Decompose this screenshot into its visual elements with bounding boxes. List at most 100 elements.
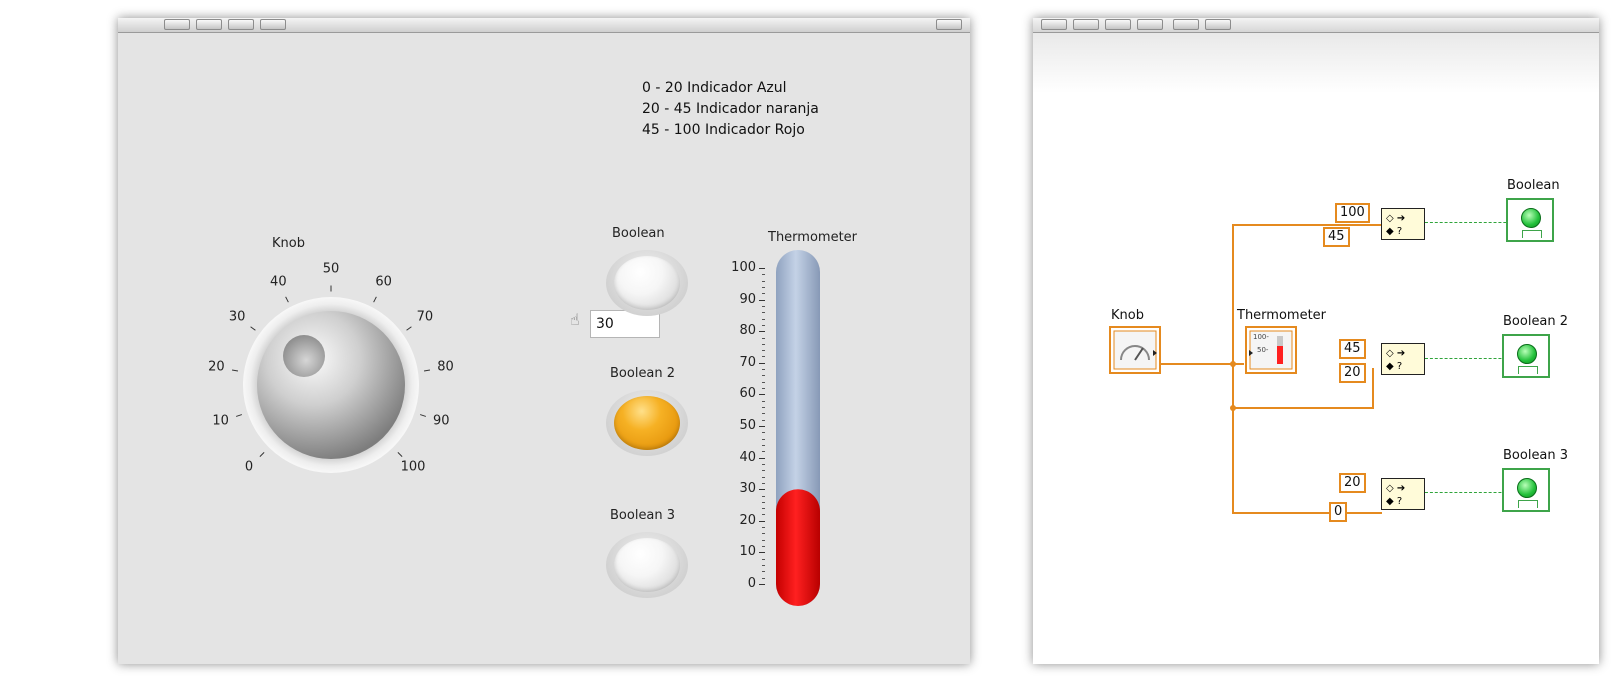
const-lower-3[interactable]: 0 bbox=[1329, 502, 1348, 522]
svg-text:◇ ➔: ◇ ➔ bbox=[1386, 213, 1405, 224]
bd-pause-button[interactable] bbox=[1137, 19, 1163, 30]
wire-to-cmp2 bbox=[1232, 407, 1374, 409]
const-upper-2[interactable]: 45 bbox=[1339, 339, 1366, 359]
front-panel-window: 0 - 20 Indicador Azul 20 - 45 Indicador … bbox=[118, 18, 970, 664]
knob-scale-label: 90 bbox=[433, 413, 450, 429]
boolean-2-led[interactable] bbox=[606, 390, 688, 456]
thermometer-major-tick bbox=[759, 268, 765, 269]
thermometer-minor-tick bbox=[762, 476, 765, 478]
thermometer-minor-tick bbox=[762, 501, 765, 503]
highlight-execution-button[interactable] bbox=[1173, 19, 1199, 30]
thermometer-minor-tick bbox=[762, 514, 765, 516]
knob-label: Knob bbox=[272, 236, 305, 251]
boolean-3-led[interactable] bbox=[606, 532, 688, 598]
bd-boolean-3-label: Boolean 3 bbox=[1503, 448, 1569, 463]
thermometer-major-tick bbox=[759, 489, 765, 491]
thermometer-major-tick bbox=[759, 520, 765, 522]
knob-scale-label: 40 bbox=[270, 274, 287, 290]
thermometer-scale-label: 80 bbox=[739, 323, 756, 339]
hand-cursor-icon: ☝ bbox=[570, 310, 580, 329]
thermometer-minor-tick bbox=[762, 419, 765, 421]
block-diagram-toolbar bbox=[1033, 18, 1599, 33]
boolean-3-label: Boolean 3 bbox=[610, 508, 676, 523]
thermometer-minor-tick bbox=[762, 413, 765, 415]
boolean-led[interactable] bbox=[606, 250, 688, 316]
bd-boolean-label: Boolean bbox=[1507, 178, 1560, 193]
boolean-2-lamp bbox=[614, 396, 680, 450]
run-button[interactable] bbox=[164, 19, 190, 30]
thermometer-scale-label: 20 bbox=[739, 512, 756, 528]
knob-pointer-dimple bbox=[283, 335, 325, 377]
knob-scale-label: 60 bbox=[375, 274, 392, 290]
in-range-compare-icon: ◇ ➔ ◆ ? bbox=[1386, 213, 1405, 237]
boolean-indicator-terminal[interactable] bbox=[1506, 198, 1554, 242]
thermometer-minor-tick bbox=[762, 508, 765, 510]
knob-scale-label: 10 bbox=[212, 413, 229, 429]
window-menu-button[interactable] bbox=[936, 19, 962, 30]
abort-button[interactable] bbox=[228, 19, 254, 30]
thermometer-scale-label: 70 bbox=[739, 354, 756, 370]
const-upper-3[interactable]: 20 bbox=[1339, 473, 1366, 493]
thermometer-minor-tick bbox=[762, 539, 765, 541]
wire-to-cmp1 bbox=[1232, 224, 1382, 226]
thermometer-minor-tick bbox=[762, 369, 765, 371]
thermometer-scale-label: 30 bbox=[739, 481, 756, 497]
boolean-label: Boolean bbox=[612, 226, 665, 241]
svg-text:◆ ?: ◆ ? bbox=[1386, 496, 1402, 507]
block-diagram-window: Knob Thermometer 100- 50- 100 45 45 20 2… bbox=[1033, 18, 1599, 664]
tf-icon bbox=[1518, 366, 1538, 374]
thermometer-minor-tick bbox=[762, 286, 765, 288]
bd-abort-button[interactable] bbox=[1105, 19, 1131, 30]
thermometer-minor-tick bbox=[762, 558, 765, 560]
thermometer-minor-tick bbox=[762, 343, 765, 345]
knob-terminal-icon bbox=[1113, 330, 1157, 370]
knob-scale-label: 80 bbox=[437, 359, 454, 375]
thermometer-scale-label: 10 bbox=[739, 544, 756, 560]
in-range-compare-node-2[interactable]: ◇ ➔ ◆ ? bbox=[1381, 343, 1425, 375]
front-panel-toolbar bbox=[118, 18, 970, 33]
knob-terminal[interactable] bbox=[1109, 326, 1161, 374]
thermometer-scale-label: 60 bbox=[739, 386, 756, 402]
pause-button[interactable] bbox=[260, 19, 286, 30]
thermometer-minor-tick bbox=[762, 350, 765, 352]
thermometer-scale-label: 40 bbox=[739, 449, 756, 465]
thermometer-minor-tick bbox=[762, 375, 765, 377]
in-range-compare-node-1[interactable]: ◇ ➔ ◆ ? bbox=[1381, 208, 1425, 240]
svg-text:◇ ➔: ◇ ➔ bbox=[1386, 483, 1405, 494]
thermometer-minor-tick bbox=[762, 324, 765, 326]
thermometer-label: Thermometer bbox=[768, 230, 858, 245]
diagram-top-gradient bbox=[1033, 33, 1599, 93]
thermometer-minor-tick bbox=[762, 293, 765, 295]
thermometer-scale-label: 100 bbox=[731, 260, 756, 275]
thermometer-major-tick bbox=[759, 426, 765, 427]
thermometer-major-tick bbox=[759, 362, 765, 364]
thermometer-major-tick bbox=[759, 457, 765, 459]
thermometer-terminal[interactable]: 100- 50- bbox=[1245, 326, 1297, 374]
const-lower-1[interactable]: 45 bbox=[1323, 227, 1350, 247]
bd-run-continuously-button[interactable] bbox=[1073, 19, 1099, 30]
note-line-3: 45 - 100 Indicador Rojo bbox=[642, 122, 805, 138]
wire-trunk bbox=[1232, 224, 1234, 514]
in-range-compare-icon: ◇ ➔ ◆ ? bbox=[1386, 483, 1405, 507]
thermometer-minor-tick bbox=[762, 527, 765, 529]
in-range-compare-node-3[interactable]: ◇ ➔ ◆ ? bbox=[1381, 478, 1425, 510]
wire-to-cmp3 bbox=[1232, 512, 1382, 514]
thermometer-fill bbox=[776, 489, 820, 606]
thermometer-minor-tick bbox=[762, 495, 765, 497]
knob-control[interactable] bbox=[236, 290, 426, 480]
thermometer-minor-tick bbox=[762, 388, 765, 390]
run-continuously-button[interactable] bbox=[196, 19, 222, 30]
boolean-3-indicator-terminal[interactable] bbox=[1502, 468, 1550, 512]
thermometer-scale-label: 0 bbox=[747, 576, 756, 591]
svg-text:◆ ?: ◆ ? bbox=[1386, 226, 1402, 237]
thermometer-minor-tick bbox=[762, 318, 765, 320]
knob-scale-label: 50 bbox=[322, 261, 340, 277]
boolean-2-indicator-terminal[interactable] bbox=[1502, 334, 1550, 378]
const-lower-2[interactable]: 20 bbox=[1339, 363, 1366, 383]
const-upper-1[interactable]: 100 bbox=[1335, 203, 1370, 223]
bd-run-button[interactable] bbox=[1041, 19, 1067, 30]
retain-wire-values-button[interactable] bbox=[1205, 19, 1231, 30]
boolean-2-label: Boolean 2 bbox=[610, 366, 676, 381]
svg-text:◇ ➔: ◇ ➔ bbox=[1386, 348, 1405, 359]
thermometer-major-tick bbox=[759, 299, 765, 301]
